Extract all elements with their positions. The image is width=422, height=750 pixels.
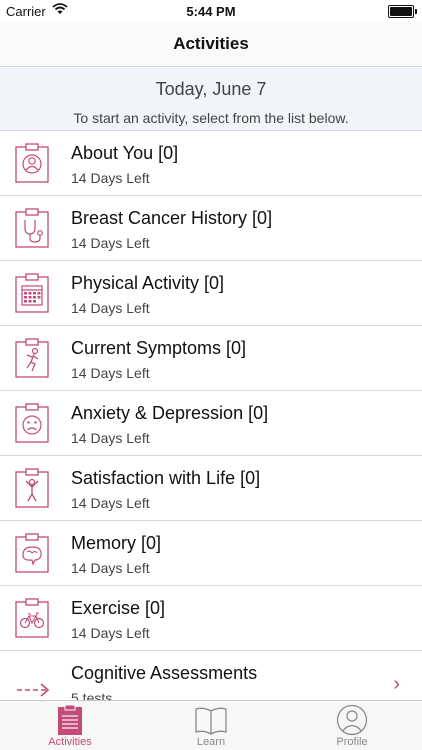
battery-icon bbox=[388, 5, 417, 18]
activity-days-left: 14 Days Left bbox=[71, 625, 150, 641]
activity-name: Exercise [0] bbox=[71, 598, 166, 618]
activity-name: About You [0] bbox=[71, 143, 179, 163]
activity-list: About You [0] 14 Days Left Breast Cancer… bbox=[0, 131, 422, 716]
activity-row-satisfaction-with-life[interactable]: Satisfaction with Life [0] 14 Days Left bbox=[0, 456, 422, 521]
activity-days-left: 14 Days Left bbox=[71, 365, 150, 381]
sad-face-clipboard-icon bbox=[15, 403, 49, 443]
status-bar: Carrier 5:44 PM bbox=[0, 0, 422, 22]
tab-label: Learn bbox=[196, 736, 226, 748]
chevron-right-icon: › bbox=[393, 673, 400, 695]
clipboard-icon bbox=[58, 704, 82, 735]
bicycle-clipboard-icon bbox=[15, 598, 49, 638]
activity-row-about-you[interactable]: About You [0] 14 Days Left bbox=[0, 131, 422, 196]
activity-name: Current Symptoms [0] bbox=[71, 338, 247, 358]
activity-row-breast-cancer-history[interactable]: Breast Cancer History [0] 14 Days Left bbox=[0, 196, 422, 261]
brain-clipboard-icon bbox=[15, 533, 49, 573]
activity-days-left: 14 Days Left bbox=[71, 170, 150, 186]
activity-name: Cognitive Assessments bbox=[71, 663, 258, 683]
activity-name: Satisfaction with Life [0] bbox=[71, 468, 261, 488]
date-header: Today, June 7 To start an activity, sele… bbox=[0, 67, 422, 131]
tab-learn[interactable]: Learn bbox=[141, 701, 281, 750]
instruction-text: To start an activity, select from the li… bbox=[73, 110, 349, 126]
stethoscope-clipboard-icon bbox=[15, 208, 49, 248]
body-clipboard-icon bbox=[15, 338, 49, 378]
jumping-person-clipboard-icon bbox=[15, 468, 49, 508]
tab-profile[interactable]: Profile bbox=[282, 701, 422, 750]
activity-name: Physical Activity [0] bbox=[71, 273, 225, 293]
tab-label: Profile bbox=[336, 736, 368, 748]
person-icon bbox=[336, 704, 368, 736]
today-date: Today, June 7 bbox=[155, 79, 267, 99]
book-icon bbox=[195, 707, 227, 735]
activity-row-current-symptoms[interactable]: Current Symptoms [0] 14 Days Left bbox=[0, 326, 422, 391]
tab-activities[interactable]: Activities bbox=[0, 701, 140, 750]
activity-name: Memory [0] bbox=[71, 533, 162, 553]
activity-row-physical-activity[interactable]: Physical Activity [0] 14 Days Left bbox=[0, 261, 422, 326]
calendar-clipboard-icon bbox=[15, 273, 49, 313]
tab-label: Activities bbox=[48, 736, 92, 748]
activity-row-exercise[interactable]: Exercise [0] 14 Days Left bbox=[0, 586, 422, 651]
tab-bar: Activities Learn Profile bbox=[0, 700, 422, 750]
activity-row-anxiety-depression[interactable]: Anxiety & Depression [0] 14 Days Left bbox=[0, 391, 422, 456]
activity-days-left: 14 Days Left bbox=[71, 560, 150, 576]
activity-days-left: 14 Days Left bbox=[71, 495, 150, 511]
activity-days-left: 14 Days Left bbox=[71, 430, 150, 446]
navigation-bar: Activities bbox=[0, 22, 422, 67]
activity-days-left: 14 Days Left bbox=[71, 300, 150, 316]
page-title: Activities bbox=[173, 34, 249, 53]
activity-row-memory[interactable]: Memory [0] 14 Days Left bbox=[0, 521, 422, 586]
activity-name: Anxiety & Depression [0] bbox=[71, 403, 269, 423]
activity-name: Breast Cancer History [0] bbox=[71, 208, 273, 228]
status-time: 5:44 PM bbox=[186, 4, 236, 19]
person-clipboard-icon bbox=[15, 143, 49, 183]
activity-days-left: 14 Days Left bbox=[71, 235, 150, 251]
